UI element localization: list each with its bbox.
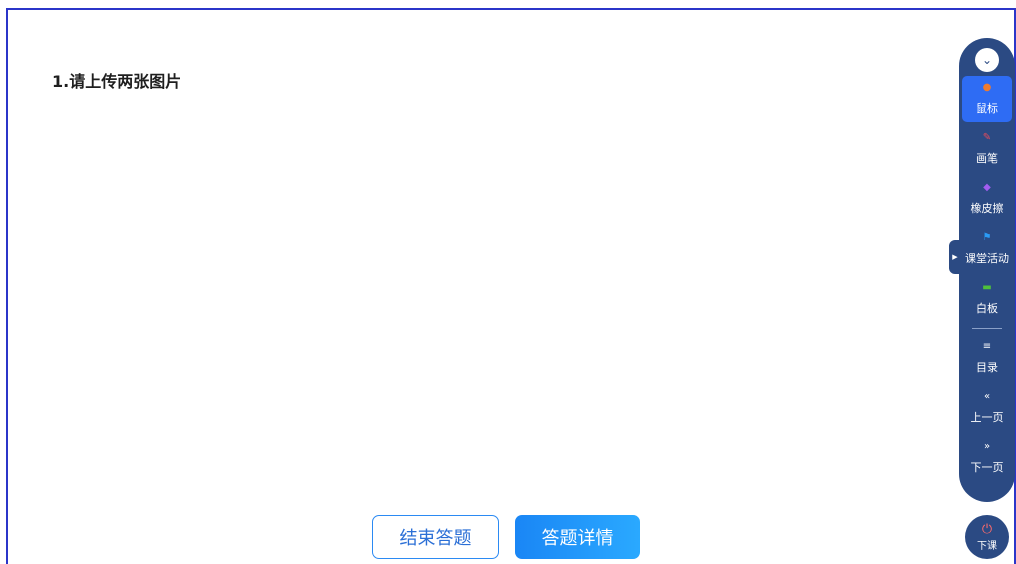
list-icon: ≡ xyxy=(982,341,992,352)
tool-brush[interactable]: ✎ 画笔 xyxy=(962,126,1012,172)
tool-label: 橡皮擦 xyxy=(970,202,1004,215)
nav-label: 下一页 xyxy=(970,461,1004,474)
tool-label: 课堂活动 xyxy=(965,252,1009,265)
tool-mouse[interactable]: ● 鼠标 xyxy=(962,76,1012,122)
nav-next-page[interactable]: » 下一页 xyxy=(962,435,1012,481)
mouse-icon: ● xyxy=(982,82,992,93)
tool-class-activity[interactable]: ⚑ 课堂活动 xyxy=(962,226,1012,272)
tool-label: 画笔 xyxy=(976,152,998,165)
tool-label: 白板 xyxy=(976,302,998,315)
tool-whiteboard[interactable]: ▬ 白板 xyxy=(962,276,1012,322)
nav-label: 目录 xyxy=(976,361,998,374)
brush-icon: ✎ xyxy=(982,132,992,143)
double-left-icon: « xyxy=(983,391,991,402)
flag-icon: ⚑ xyxy=(982,232,992,243)
chevron-down-icon[interactable]: ⌄ xyxy=(975,48,999,72)
side-toolbar: ⌄ ● 鼠标 ✎ 画笔 ◆ 橡皮擦 ⚑ 课堂活动 ▬ 白板 ≡ 目录 « 上一页… xyxy=(959,38,1015,502)
tool-label: 鼠标 xyxy=(976,102,998,115)
answer-details-button[interactable]: 答题详情 xyxy=(515,515,640,559)
double-right-icon: » xyxy=(983,441,991,452)
eraser-icon: ◆ xyxy=(983,182,991,193)
nav-catalog[interactable]: ≡ 目录 xyxy=(962,335,1012,381)
tool-eraser[interactable]: ◆ 橡皮擦 xyxy=(962,176,1012,222)
toolbar-divider xyxy=(972,328,1002,329)
power-icon: ⏻ xyxy=(981,521,993,537)
end-class-button[interactable]: ⏻ 下课 xyxy=(965,515,1009,559)
nav-label: 上一页 xyxy=(970,411,1004,424)
end-answer-button[interactable]: 结束答题 xyxy=(372,515,499,559)
whiteboard-icon: ▬ xyxy=(982,282,992,293)
nav-prev-page[interactable]: « 上一页 xyxy=(962,385,1012,431)
end-class-label: 下课 xyxy=(977,540,997,552)
question-title: 1.请上传两张图片 xyxy=(52,72,182,91)
